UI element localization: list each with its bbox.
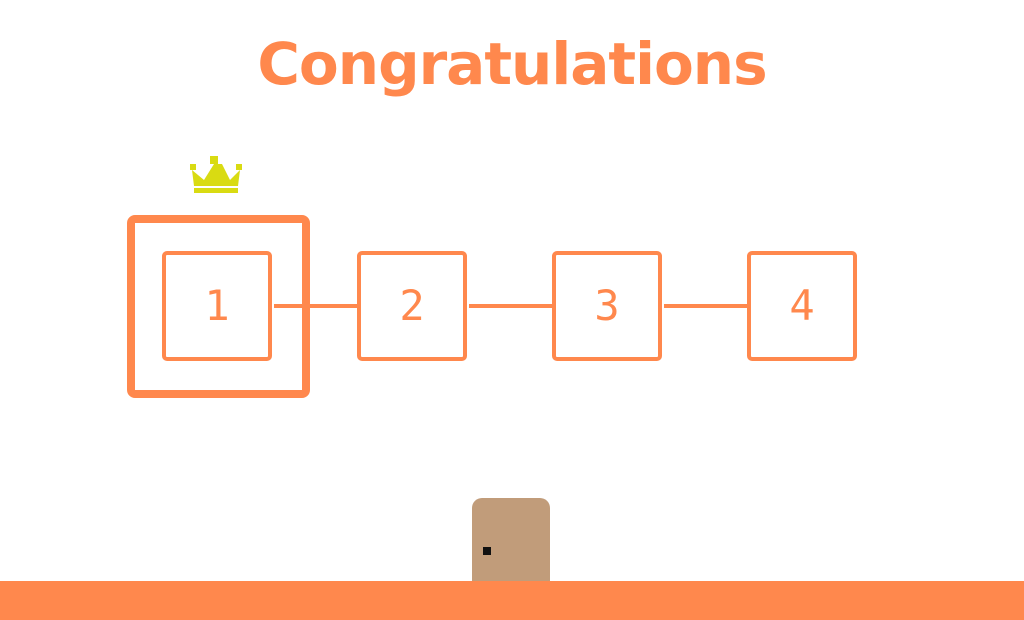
level-button-1[interactable]: 1 <box>162 251 272 361</box>
level-connector-2-3 <box>469 304 555 308</box>
level-number-4: 4 <box>789 281 815 330</box>
game-scene: Congratulations 1 2 3 4 <box>0 0 1024 620</box>
level-button-3[interactable]: 3 <box>552 251 662 361</box>
crown-icon <box>190 156 242 193</box>
congratulations-title: Congratulations <box>257 30 767 98</box>
door-knob <box>483 547 491 555</box>
ground-floor <box>0 581 1024 620</box>
level-button-4[interactable]: 4 <box>747 251 857 361</box>
level-number-2: 2 <box>399 281 425 330</box>
level-button-2[interactable]: 2 <box>357 251 467 361</box>
door-icon[interactable] <box>472 498 550 581</box>
level-number-3: 3 <box>594 281 620 330</box>
level-number-1: 1 <box>204 281 230 330</box>
level-connector-3-4 <box>664 304 750 308</box>
